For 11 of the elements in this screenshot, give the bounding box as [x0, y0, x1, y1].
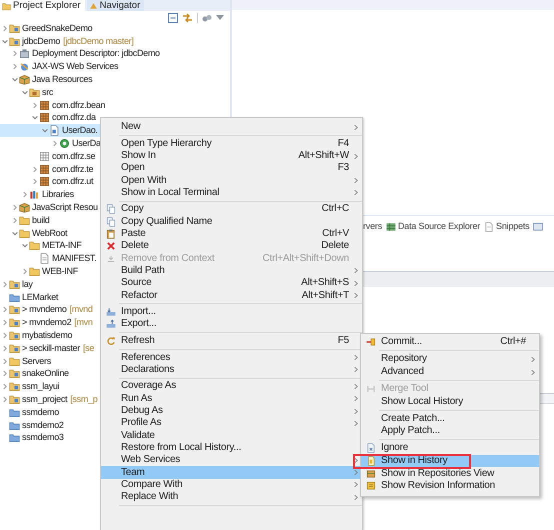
shortcut-label: F4: [336, 138, 349, 149]
shortcut-label: Alt+Shift+W: [297, 151, 349, 162]
shortcut-label: Delete: [320, 241, 349, 252]
shortcut-label: Ctrl+V: [321, 229, 349, 240]
shortcut-label: Ctrl+Alt+Shift+Down: [261, 254, 349, 264]
shortcut-label: Alt+Shift+S: [300, 278, 349, 288]
shortcut-label: Ctrl+C: [320, 204, 349, 214]
shortcut-label: F5: [336, 336, 349, 346]
shortcut-label: F3: [336, 163, 349, 174]
shortcut-label: Alt+Shift+T: [300, 290, 349, 301]
shortcut-label: Ctrl+#: [499, 337, 526, 348]
